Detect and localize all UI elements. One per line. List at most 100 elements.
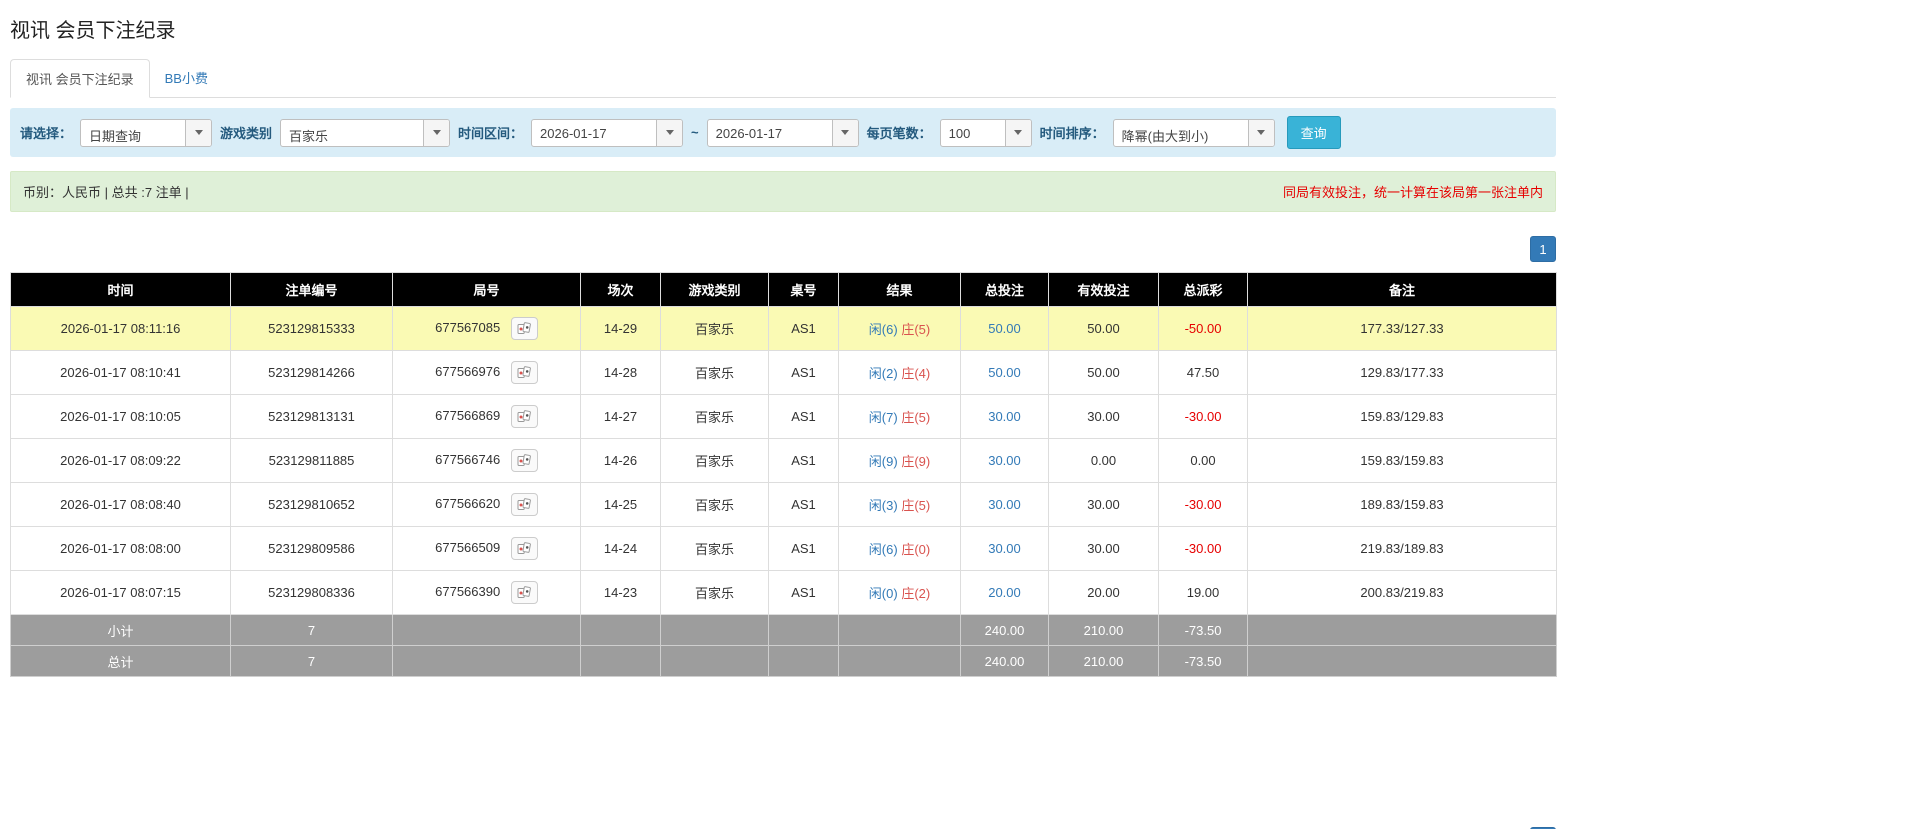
header-time: 时间 [10, 272, 231, 307]
cell-time: 2026-01-17 08:10:41 [10, 350, 231, 395]
date-from-select[interactable]: 2026-01-17 [531, 118, 684, 147]
header-payout: 总派彩 [1158, 272, 1248, 307]
pagination-top: 1 [10, 236, 1556, 262]
result-banker: 庄(5) [901, 322, 931, 337]
header-round-id: 局号 [392, 272, 581, 307]
empty-cell [660, 645, 769, 677]
cell-payout: -30.00 [1158, 526, 1248, 571]
video-replay-button[interactable] [510, 405, 538, 428]
cell-game-type: 百家乐 [660, 306, 769, 351]
cell-session: 14-25 [580, 482, 661, 527]
cell-total-bet: 20.00 [960, 570, 1049, 615]
empty-cell [392, 614, 581, 646]
cell-valid-bet: 50.00 [1048, 306, 1159, 351]
total-bet-link[interactable]: 30.00 [988, 497, 1021, 512]
chevron-down-icon[interactable] [1247, 119, 1274, 146]
cell-result: 闲(6) 庄(0) [838, 526, 961, 571]
cell-bet-id: 523129808336 [230, 570, 393, 615]
header-result: 结果 [838, 272, 961, 307]
cell-table-no: AS1 [768, 526, 839, 571]
time-range-label: 时间区间： [458, 126, 524, 141]
result-banker: 庄(9) [901, 454, 931, 469]
table-row: 2026-01-17 08:11:16 523129815333 6775670… [10, 306, 1557, 351]
cell-session: 14-23 [580, 570, 661, 615]
page-size-select[interactable]: 100 [939, 118, 1032, 147]
round-id-value: 677567085 [435, 319, 501, 335]
empty-cell [580, 614, 661, 646]
chevron-down-icon[interactable] [1004, 119, 1031, 146]
playing-cards-icon [517, 586, 531, 598]
result-player: 闲(2) [868, 366, 898, 381]
table-row: 2026-01-17 08:09:22 523129811885 6775667… [10, 438, 1557, 483]
total-bet-link[interactable]: 30.00 [988, 409, 1021, 424]
cell-round-id: 677566746 [392, 438, 581, 483]
tab-betting-records[interactable]: 视讯 会员下注纪录 [10, 59, 150, 98]
total-payout: -73.50 [1158, 645, 1248, 677]
header-valid-bet: 有效投注 [1048, 272, 1159, 307]
subtotal-row: 小计 7 240.00 210.00 -73.50 [10, 614, 1557, 646]
cell-bet-id: 523129814266 [230, 350, 393, 395]
result-player: 闲(6) [868, 542, 898, 557]
cell-table-no: AS1 [768, 570, 839, 615]
date-from-value: 2026-01-17 [540, 125, 607, 141]
result-banker: 庄(4) [901, 366, 931, 381]
video-replay-button[interactable] [510, 361, 538, 384]
cell-bet-id: 523129811885 [230, 438, 393, 483]
playing-cards-icon [517, 498, 531, 510]
query-type-select[interactable]: 日期查询 [80, 118, 213, 147]
cell-bet-id: 523129813131 [230, 394, 393, 439]
playing-cards-icon [517, 410, 531, 422]
cell-time: 2026-01-17 08:07:15 [10, 570, 231, 615]
betting-records-table: 时间 注单编号 局号 场次 游戏类别 桌号 结果 总投注 有效投注 总派彩 备注… [10, 272, 1557, 677]
header-game-type: 游戏类别 [660, 272, 769, 307]
video-replay-button[interactable] [510, 317, 538, 340]
total-bet-link[interactable]: 50.00 [988, 365, 1021, 380]
game-type-select[interactable]: 百家乐 [280, 118, 451, 147]
video-replay-button[interactable] [510, 449, 538, 472]
empty-cell [392, 645, 581, 677]
video-replay-button[interactable] [510, 493, 538, 516]
cell-total-bet: 50.00 [960, 306, 1049, 351]
cell-total-bet: 30.00 [960, 394, 1049, 439]
table-row: 2026-01-17 08:07:15 523129808336 6775663… [10, 570, 1557, 615]
cell-round-id: 677566620 [392, 482, 581, 527]
cell-remark: 189.83/159.83 [1247, 482, 1557, 527]
chevron-down-icon[interactable] [185, 119, 212, 146]
query-type-value: 日期查询 [89, 128, 142, 144]
round-id-value: 677566976 [435, 363, 501, 379]
video-replay-button[interactable] [510, 537, 538, 560]
search-button[interactable]: 查询 [1286, 116, 1341, 149]
cell-table-no: AS1 [768, 350, 839, 395]
chevron-down-icon[interactable] [423, 119, 450, 146]
total-bet-link[interactable]: 30.00 [988, 453, 1021, 468]
total-bet-link[interactable]: 50.00 [988, 321, 1021, 336]
total-bet-link[interactable]: 20.00 [988, 585, 1021, 600]
empty-cell [838, 614, 961, 646]
cell-payout: -50.00 [1158, 306, 1248, 351]
query-type-label: 请选择： [20, 126, 73, 141]
table-header-row: 时间 注单编号 局号 场次 游戏类别 桌号 结果 总投注 有效投注 总派彩 备注 [10, 272, 1557, 307]
cell-remark: 159.83/129.83 [1247, 394, 1557, 439]
page-1-button[interactable]: 1 [1530, 236, 1556, 262]
cell-payout: 0.00 [1158, 438, 1248, 483]
round-id-value: 677566390 [435, 583, 501, 599]
cell-valid-bet: 20.00 [1048, 570, 1159, 615]
empty-cell [1247, 645, 1557, 677]
total-bet-link[interactable]: 30.00 [988, 541, 1021, 556]
video-replay-button[interactable] [510, 581, 538, 604]
info-bar: 币别：人民币 | 总共 :7 注单 | 同局有效投注，统一计算在该局第一张注单内 [10, 171, 1556, 212]
chevron-down-icon[interactable] [656, 119, 683, 146]
sort-order-label: 时间排序： [1039, 126, 1105, 141]
cell-remark: 177.33/127.33 [1247, 306, 1557, 351]
cell-payout: -30.00 [1158, 394, 1248, 439]
cell-valid-bet: 30.00 [1048, 482, 1159, 527]
playing-cards-icon [517, 454, 531, 466]
chevron-down-icon[interactable] [831, 119, 858, 146]
header-remark: 备注 [1247, 272, 1557, 307]
sort-order-select[interactable]: 降幂(由大到小) [1112, 118, 1275, 147]
date-to-select[interactable]: 2026-01-17 [706, 118, 859, 147]
result-player: 闲(3) [868, 498, 898, 513]
page-size-value: 100 [948, 125, 971, 141]
tab-bb-tip[interactable]: BB小费 [150, 59, 223, 98]
date-to-value: 2026-01-17 [715, 125, 783, 141]
